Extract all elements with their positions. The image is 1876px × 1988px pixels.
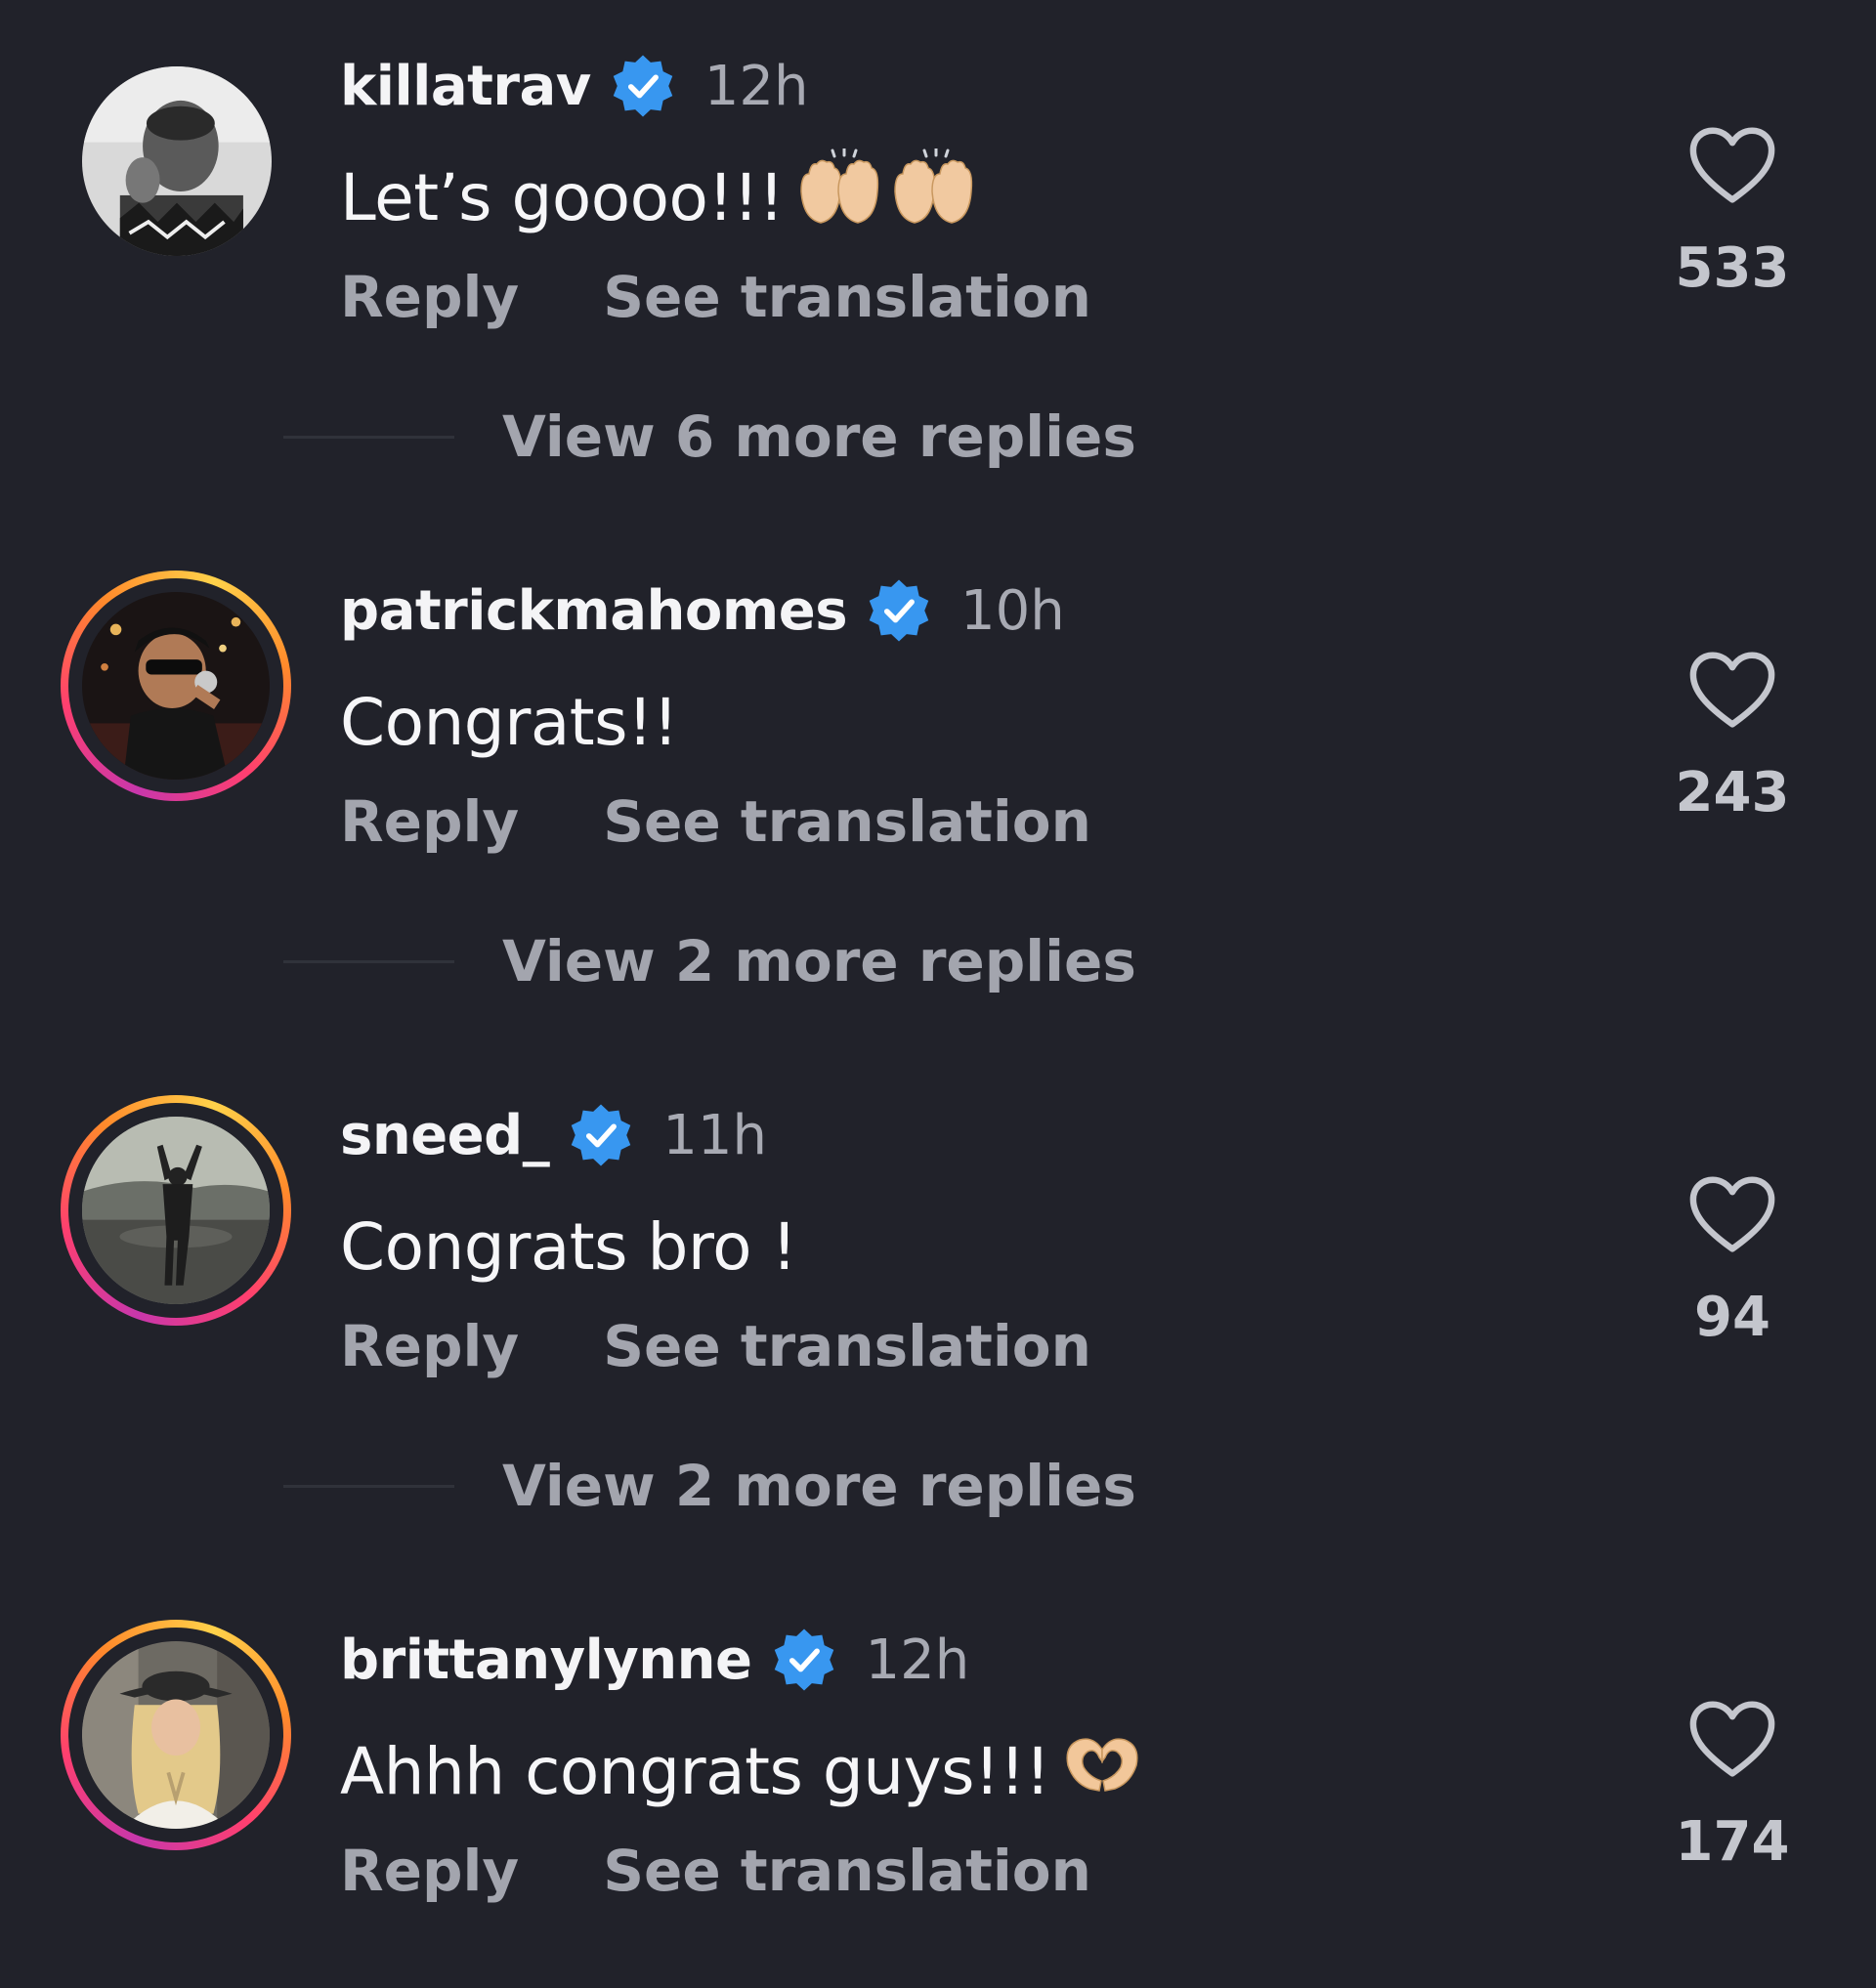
comment-timestamp: 12h xyxy=(704,54,809,118)
see-translation-button[interactable]: See translation xyxy=(603,264,1091,330)
like-control: 243 xyxy=(1669,650,1796,825)
comment-text-body: Congrats bro ! xyxy=(340,1208,797,1285)
reply-button[interactable]: Reply xyxy=(340,1313,519,1379)
comment-text-body: Let’s goooo!!! xyxy=(340,159,785,235)
view-more-replies-button[interactable]: View 2 more replies xyxy=(502,917,1136,1005)
view-more-replies: View 6 more replies xyxy=(0,393,1876,481)
comment-text: Congrats!! xyxy=(340,675,678,769)
comment-text: Congrats bro ! xyxy=(340,1200,797,1293)
avatar[interactable] xyxy=(82,66,272,256)
avatar[interactable] xyxy=(61,571,291,801)
avatar[interactable] xyxy=(61,1620,291,1850)
view-more-replies-button[interactable]: View 6 more replies xyxy=(502,393,1136,481)
reply-button[interactable]: Reply xyxy=(340,1838,519,1904)
raising-hands-icon xyxy=(793,147,989,246)
username[interactable]: sneed_ xyxy=(340,1104,550,1167)
heart-hands-icon xyxy=(1060,1732,1144,1810)
heart-outline-icon[interactable] xyxy=(1687,650,1777,732)
verified-badge-icon xyxy=(567,1101,635,1169)
username[interactable]: killatrav xyxy=(340,55,591,118)
comment-item: sneed_ 11h Congrats bro ! Reply See tran… xyxy=(0,1049,1876,1379)
heart-outline-icon[interactable] xyxy=(1687,1174,1777,1256)
like-control: 533 xyxy=(1669,125,1796,300)
comment-timestamp: 10h xyxy=(960,578,1065,643)
verified-badge-icon xyxy=(865,576,933,645)
username[interactable]: brittanylynne xyxy=(340,1628,752,1692)
divider-line xyxy=(283,436,454,439)
like-count: 174 xyxy=(1675,1810,1790,1874)
comment-text-body: Congrats!! xyxy=(340,684,678,760)
avatar[interactable] xyxy=(61,1095,291,1326)
like-control: 94 xyxy=(1669,1174,1796,1349)
comment-item: killatrav 12h Let’s goooo!!! Reply See t… xyxy=(0,0,1876,330)
like-count: 243 xyxy=(1675,761,1790,825)
reply-button[interactable]: Reply xyxy=(340,264,519,330)
view-more-replies: View 2 more replies xyxy=(0,917,1876,1005)
verified-badge-icon xyxy=(609,52,677,120)
verified-badge-icon xyxy=(770,1626,838,1694)
like-control: 174 xyxy=(1669,1699,1796,1874)
view-more-replies: View 2 more replies xyxy=(0,1442,1876,1530)
like-count: 533 xyxy=(1675,236,1790,300)
heart-outline-icon[interactable] xyxy=(1687,125,1777,207)
comment-item: patrickmahomes 10h Congrats!! Reply See … xyxy=(0,525,1876,855)
heart-outline-icon[interactable] xyxy=(1687,1699,1777,1781)
reply-button[interactable]: Reply xyxy=(340,788,519,855)
comment-text: Let’s goooo!!! xyxy=(340,147,989,246)
like-count: 94 xyxy=(1694,1286,1770,1349)
username[interactable]: patrickmahomes xyxy=(340,579,848,643)
comment-text-body: Ahhh congrats guys!!! xyxy=(340,1733,1050,1809)
comment-text: Ahhh congrats guys!!! xyxy=(340,1724,1144,1818)
see-translation-button[interactable]: See translation xyxy=(603,1313,1091,1379)
divider-line xyxy=(283,960,454,963)
comment-timestamp: 11h xyxy=(662,1103,767,1167)
see-translation-button[interactable]: See translation xyxy=(603,788,1091,855)
comment-item: brittanylynne 12h Ahhh congrats guys!!! … xyxy=(0,1574,1876,1904)
view-more-replies-button[interactable]: View 2 more replies xyxy=(502,1442,1136,1530)
divider-line xyxy=(283,1485,454,1488)
comment-timestamp: 12h xyxy=(865,1628,970,1692)
see-translation-button[interactable]: See translation xyxy=(603,1838,1091,1904)
